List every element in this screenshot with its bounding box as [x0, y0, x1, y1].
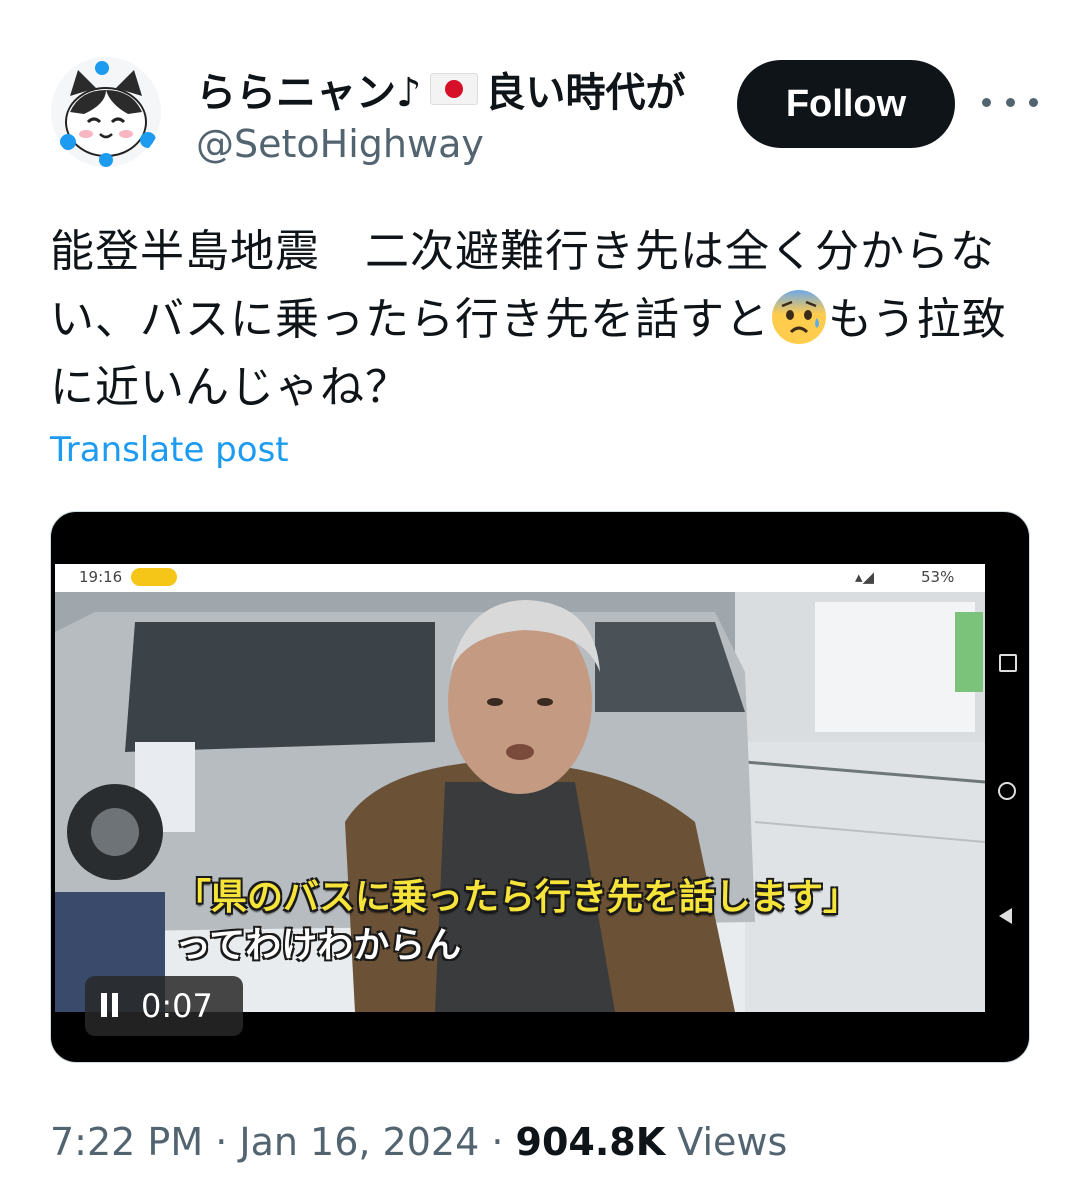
battery-level: 53% [921, 568, 955, 586]
video-subtitle-line1: 「県のバスに乗ったら行き先を話します」 [175, 877, 860, 918]
status-indicator-icon [131, 568, 177, 586]
signal-icon: ▴◢ [855, 568, 875, 586]
back-icon [999, 908, 1012, 924]
more-options-icon[interactable] [982, 82, 1038, 122]
tweet-text: 能登半島地震 二次避難行き先は全く分からない、バスに乗ったら行き先を話すと もう… [50, 218, 1040, 422]
tweet-metadata: 7:22 PM · Jan 16, 2024 · 904.8K Views [50, 1120, 788, 1164]
recent-apps-icon [999, 654, 1017, 672]
video-player[interactable]: 19:16 ▴◢ 53% 「県のバスに乗ったら行き先を話します」 ってわけわから… [50, 511, 1030, 1063]
home-icon [998, 782, 1016, 800]
avatar[interactable] [50, 56, 162, 168]
views-count: 904.8K [515, 1120, 666, 1164]
status-time: 19:16 [79, 568, 123, 586]
playback-time: 0:07 [141, 987, 213, 1025]
phone-nav-bar [985, 564, 1029, 1012]
display-name-text: ららニャン♪ [196, 70, 422, 116]
video-frame: 19:16 ▴◢ 53% 「県のバスに乗ったら行き先を話します」 ってわけわから… [55, 564, 985, 1012]
phone-status-bar: 19:16 ▴◢ 53% [55, 564, 985, 592]
views-label: Views [677, 1120, 788, 1164]
post-date[interactable]: Jan 16, 2024 [239, 1120, 479, 1164]
japan-flag-icon [429, 73, 478, 105]
display-name[interactable]: ららニャン♪ 良い時代が [196, 60, 686, 118]
display-name-suffix: 良い時代が [485, 70, 686, 116]
user-handle[interactable]: @SetoHighway [196, 122, 484, 166]
translate-post-link[interactable]: Translate post [50, 430, 289, 470]
follow-button[interactable]: Follow [737, 60, 955, 148]
video-subtitle-line2: ってわけわからん [175, 925, 462, 966]
pause-icon[interactable] [101, 987, 123, 1025]
post-time[interactable]: 7:22 PM [50, 1120, 203, 1164]
anxious-face-with-sweat-icon [772, 290, 826, 344]
playback-controls[interactable]: 0:07 [85, 976, 243, 1036]
